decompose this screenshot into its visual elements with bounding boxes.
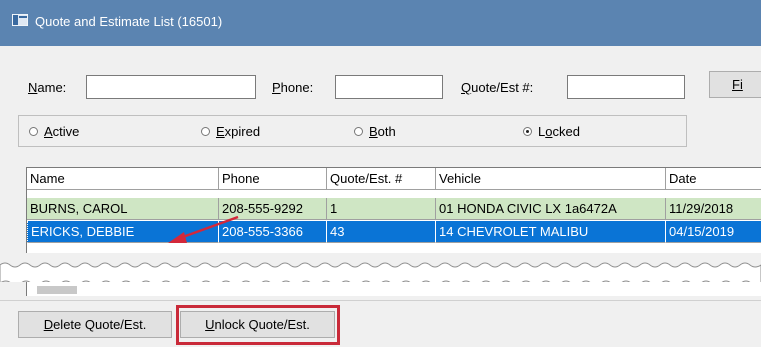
window-title: Quote and Estimate List (16501) [35,14,223,29]
column-header-date[interactable]: Date [666,168,761,190]
quote-list-table: Name Phone Quote/Est. # Vehicle Date BUR… [26,167,761,253]
quote-estimate-window: Quote and Estimate List (16501) Name: Ph… [0,0,761,347]
name-label: Name: [28,80,67,95]
title-bar: Quote and Estimate List (16501) [0,0,761,46]
radio-active-indicator [29,127,38,136]
table-bottom-edge [26,282,761,296]
radio-expired-indicator [201,127,210,136]
radio-expired[interactable]: Expired [201,124,260,139]
annotation-arrow-icon [168,215,239,243]
delete-quote-button[interactable]: Delete Quote/Est. [18,311,172,338]
quote-number-label: Quote/Est #: [461,80,534,95]
cell-vehicle: 14 CHEVROLET MALIBU [436,221,666,243]
table-row-selected[interactable]: ERICKS, DEBBIE 208-555-3366 43 14 CHEVRO… [27,221,761,243]
cell-date: 11/29/2018 [666,198,761,220]
status-filter-group: Active Expired Both Locked [18,115,687,147]
cell-vehicle: 01 HONDA CIVIC LX 1a6472A [436,198,666,220]
column-header-vehicle[interactable]: Vehicle [436,168,666,190]
column-header-quote-number[interactable]: Quote/Est. # [327,168,436,190]
radio-both[interactable]: Both [354,124,396,139]
horizontal-scrollbar[interactable] [37,286,77,294]
unlock-button-highlight [176,305,340,345]
column-header-name[interactable]: Name [27,168,219,190]
find-button[interactable]: Fi [709,71,761,98]
phone-label: Phone: [272,80,314,95]
window-icon [12,14,28,26]
radio-active[interactable]: Active [29,124,79,139]
phone-input[interactable] [335,75,443,99]
radio-locked[interactable]: Locked [523,124,580,139]
radio-both-indicator [354,127,363,136]
radio-locked-indicator [523,127,532,136]
cell-date: 04/15/2019 [666,221,761,243]
table-row[interactable]: BURNS, CAROL 208-555-9292 1 01 HONDA CIV… [27,198,761,220]
cell-quote-number: 43 [327,221,436,243]
cell-quote-number: 1 [327,198,436,220]
column-header-phone[interactable]: Phone [219,168,327,190]
name-input[interactable] [86,75,256,99]
quote-number-input[interactable] [567,75,685,99]
separator [0,300,761,301]
